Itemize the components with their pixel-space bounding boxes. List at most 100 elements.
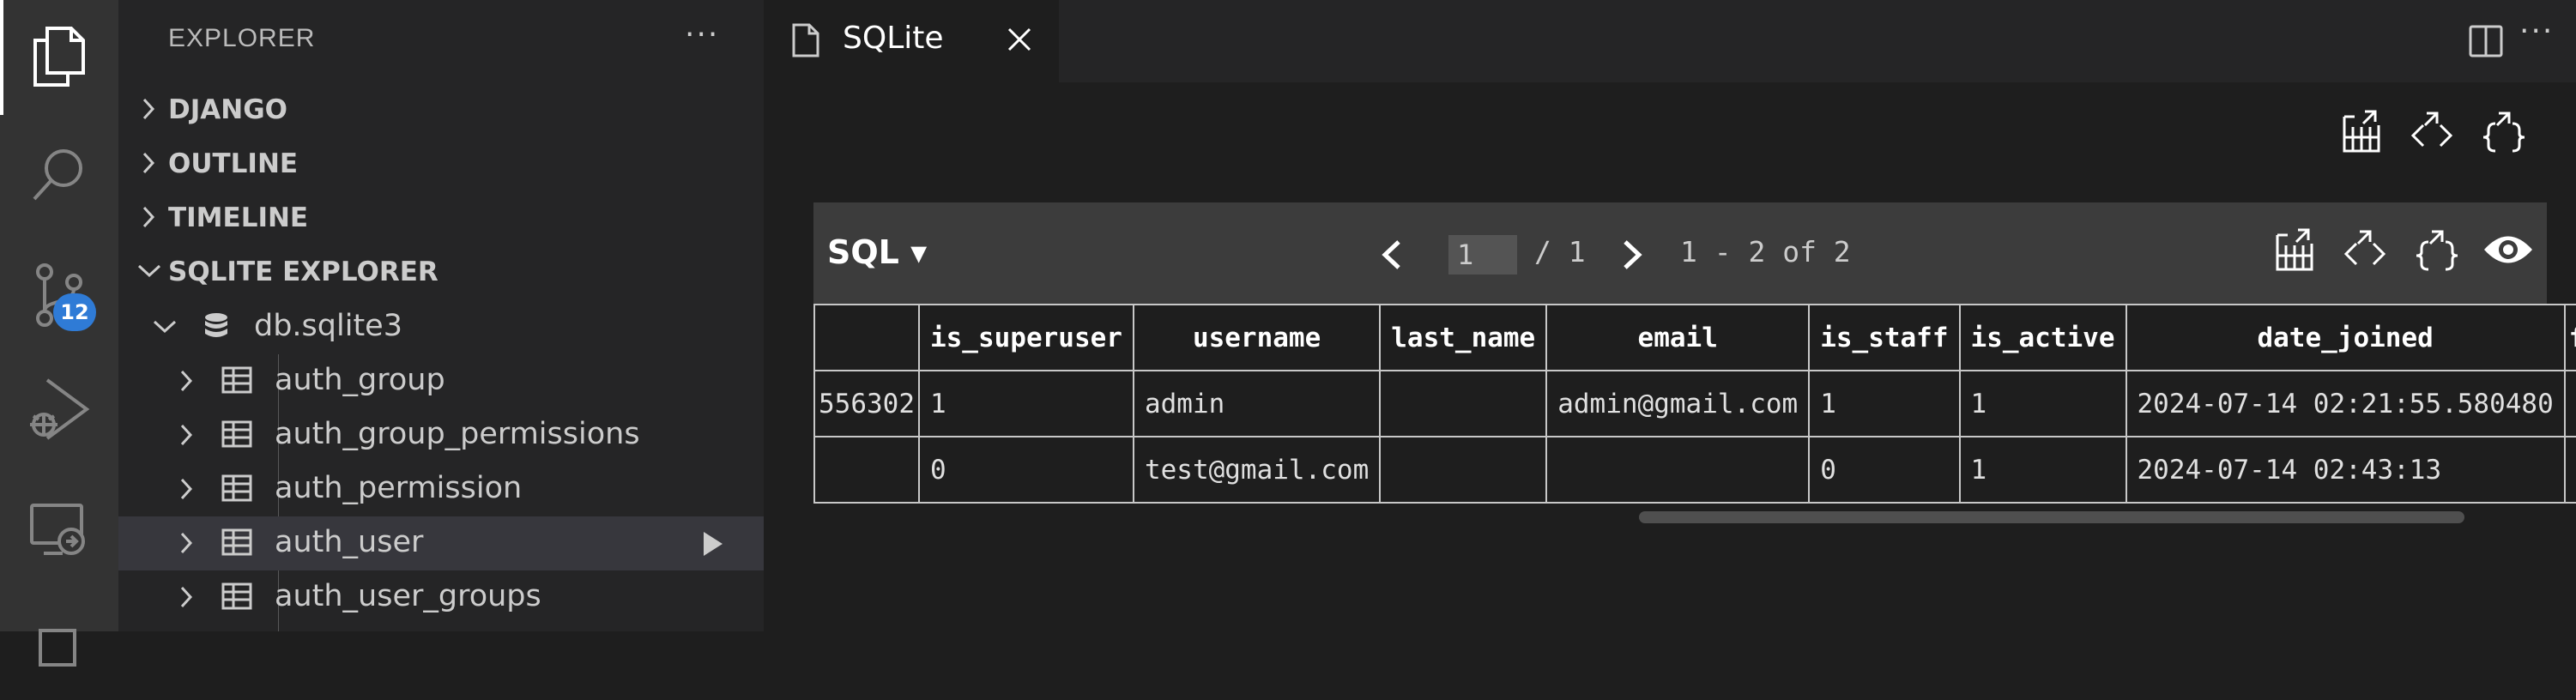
column-header[interactable]: date_joined — [2125, 304, 2566, 371]
tab-sqlite[interactable]: SQLite — [764, 0, 1059, 82]
table-item[interactable]: auth_group_permissions — [118, 408, 764, 462]
column-header[interactable]: email — [1545, 304, 1811, 371]
section-outline[interactable]: OUTLINE — [118, 136, 764, 190]
database-item[interactable]: db.sqlite3 — [118, 300, 764, 354]
table-cell: 1 — [1958, 370, 2127, 438]
table-label: auth_user_groups — [275, 579, 541, 613]
table-cell: admin@gmail.com — [1545, 370, 1811, 438]
chevron-right-icon — [180, 586, 193, 608]
section-label: TIMELINE — [168, 202, 309, 233]
more-actions-icon[interactable]: ··· — [2519, 14, 2554, 49]
table-cell: 0 — [917, 436, 1134, 504]
run-debug-icon[interactable] — [0, 355, 118, 463]
export-json-icon[interactable] — [2413, 226, 2461, 275]
export-csv-icon[interactable] — [2274, 226, 2315, 275]
table-label: auth_permission — [275, 471, 523, 505]
column-header[interactable]: last_name — [1379, 304, 1548, 371]
editor-tab-bar: SQLite ··· — [764, 0, 2576, 82]
database-label: db.sqlite3 — [254, 309, 402, 343]
table-item[interactable]: auth_group — [118, 354, 764, 408]
chevron-down-icon — [153, 320, 177, 334]
file-icon — [792, 23, 819, 57]
table-cell: test@gmail.com — [1132, 436, 1382, 504]
row-range: 1 - 2 of 2 — [1680, 235, 1851, 269]
table-cell: 2024-07-14 02:21:55.580480 — [2125, 370, 2566, 438]
page-number-input[interactable] — [1448, 235, 1517, 275]
eye-icon[interactable] — [2482, 230, 2535, 269]
table-cell: 2024-07-14 02:43:13 — [2125, 436, 2566, 504]
column-header[interactable] — [813, 304, 920, 371]
horizontal-scrollbar[interactable] — [1639, 511, 2464, 523]
column-header[interactable]: f — [2563, 304, 2576, 371]
column-header[interactable]: is_active — [1958, 304, 2127, 371]
table-item[interactable]: auth_permission — [118, 462, 764, 516]
table-icon — [221, 528, 252, 556]
table-label: auth_group_permissions — [275, 417, 640, 451]
table-item[interactable]: auth_user_groups — [118, 570, 764, 625]
column-header[interactable]: is_superuser — [917, 304, 1134, 371]
result-table: is_superuser username last_name email is… — [813, 304, 2576, 504]
chevron-right-icon — [142, 98, 155, 120]
table-cell: 1 — [1808, 370, 1961, 438]
chevron-down-icon — [137, 264, 161, 278]
table-cell — [813, 436, 920, 504]
source-control-icon[interactable] — [0, 242, 118, 350]
search-icon[interactable] — [0, 120, 118, 228]
table-cell: 1 — [917, 370, 1134, 438]
section-label: DJANGO — [168, 94, 288, 125]
table-cell — [1545, 436, 1811, 504]
export-json-icon[interactable] — [2480, 108, 2528, 156]
section-label: SQLITE EXPLORER — [168, 256, 438, 287]
section-sqlite-explorer[interactable]: SQLITE EXPLORER — [118, 244, 764, 299]
sql-toggle-button[interactable]: SQL ▾ — [827, 233, 927, 271]
chevron-left-icon[interactable] — [1380, 238, 1404, 271]
table-cell — [1379, 370, 1548, 438]
more-actions-icon[interactable]: ··· — [685, 17, 719, 52]
tab-label: SQLite — [843, 21, 944, 56]
sidebar: EXPLORER ··· DJANGO OUTLINE TIMELINE SQL… — [118, 0, 764, 631]
chevron-right-icon — [180, 478, 193, 500]
source-control-badge: 12 — [53, 293, 96, 331]
chevron-right-icon — [142, 152, 155, 174]
remote-explorer-icon[interactable] — [0, 477, 118, 585]
column-header[interactable]: is_staff — [1808, 304, 1961, 371]
table-icon — [221, 582, 252, 610]
sidebar-header: EXPLORER ··· — [118, 0, 764, 82]
page-total: / 1 — [1534, 235, 1586, 269]
table-header-row: is_superuser username last_name email is… — [813, 304, 2576, 371]
activity-bar: 12 — [0, 0, 118, 667]
chevron-right-icon — [142, 206, 155, 228]
table-row[interactable]: 0 test@gmail.com 0 1 2024-07-14 02:43:13 — [813, 436, 2576, 504]
explorer-icon[interactable] — [0, 2, 118, 110]
split-editor-icon[interactable] — [2468, 24, 2504, 58]
export-csv-icon[interactable] — [2341, 108, 2382, 156]
database-icon — [205, 313, 227, 337]
table-item-selected[interactable]: auth_user — [118, 516, 764, 570]
chevron-right-icon — [180, 370, 193, 392]
table-cell: 556302 — [813, 370, 920, 438]
sidebar-title: EXPLORER — [168, 24, 316, 52]
table-icon — [221, 474, 252, 502]
section-label: OUTLINE — [168, 148, 299, 179]
table-cell — [1379, 436, 1548, 504]
table-icon — [221, 420, 252, 448]
extensions-icon[interactable] — [0, 592, 118, 700]
chevron-right-icon — [180, 532, 193, 554]
section-django[interactable]: DJANGO — [118, 82, 764, 136]
play-icon[interactable] — [702, 530, 724, 558]
close-icon[interactable] — [1006, 26, 1033, 53]
sql-result-viewer: SQL ▾ / 1 1 - 2 of 2 is_superuser userna… — [813, 202, 2576, 580]
table-cell — [2563, 370, 2576, 438]
chevron-right-icon[interactable] — [1620, 238, 1644, 271]
table-cell: 1 — [1958, 436, 2127, 504]
export-html-icon[interactable] — [2408, 108, 2456, 156]
export-html-icon[interactable] — [2341, 226, 2389, 275]
column-header[interactable]: username — [1132, 304, 1382, 371]
table-label: auth_user — [275, 525, 424, 559]
table-cell: 0 — [1808, 436, 1961, 504]
table-label: auth_group — [275, 363, 445, 397]
section-timeline[interactable]: TIMELINE — [118, 190, 764, 244]
chevron-right-icon — [180, 424, 193, 446]
table-row[interactable]: 556302 1 admin admin@gmail.com 1 1 2024-… — [813, 370, 2576, 438]
table-cell: admin — [1132, 370, 1382, 438]
